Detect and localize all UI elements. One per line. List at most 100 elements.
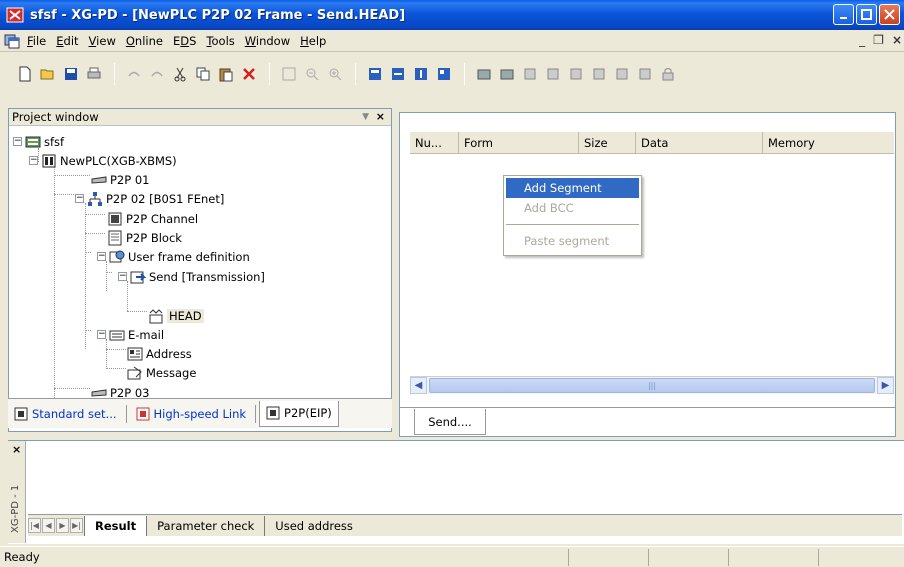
print-button[interactable]	[83, 63, 105, 85]
delete-icon	[243, 68, 255, 80]
pin-icon[interactable]: ▼	[362, 112, 369, 122]
document-window-icon[interactable]	[4, 33, 20, 49]
zoom-in-icon	[329, 68, 342, 81]
tree-node-address[interactable]: Address	[127, 344, 192, 363]
menu-edit[interactable]: Edit	[51, 34, 83, 48]
column-number[interactable]: Nu...	[410, 132, 459, 153]
save-button[interactable]	[60, 63, 82, 85]
network-icon	[88, 191, 102, 206]
restore-icon	[861, 9, 872, 20]
column-data[interactable]: Data	[636, 132, 763, 153]
output-close-button[interactable]: ×	[12, 443, 21, 456]
tree-node-user-frame[interactable]: − User frame definition	[97, 247, 250, 266]
menu-add-bcc[interactable]: Add BCC	[504, 198, 641, 218]
collapse-icon[interactable]: −	[13, 137, 22, 146]
zoom-fit-button[interactable]	[278, 63, 300, 85]
menu-paste-segment[interactable]: Paste segment	[504, 231, 641, 251]
diagnose-icon	[593, 68, 605, 80]
collapse-icon[interactable]: −	[118, 272, 127, 281]
redo-icon	[151, 71, 163, 77]
menu-view[interactable]: View	[84, 34, 121, 48]
mdi-minimize-button[interactable]: _	[859, 33, 865, 47]
redo-button[interactable]	[146, 63, 168, 85]
tab-send[interactable]: Send....	[414, 409, 486, 435]
menu-online[interactable]: Online	[121, 34, 168, 48]
diagnose-button[interactable]	[588, 63, 610, 85]
collapse-icon[interactable]: −	[97, 330, 106, 339]
info-button[interactable]	[634, 63, 656, 85]
collapse-icon[interactable]: −	[29, 156, 38, 165]
menu-file[interactable]: File	[22, 34, 51, 48]
monitor-button[interactable]	[565, 63, 587, 85]
zoom-out-button[interactable]	[301, 63, 323, 85]
title-bar: sfsf - XG-PD - [NewPLC P2P 02 Frame - Se…	[0, 0, 904, 30]
horizontal-scrollbar[interactable]: ◀ ||| ▶	[410, 376, 894, 394]
tab-p2p-eip[interactable]: P2P(EIP)	[259, 400, 339, 427]
restore-button[interactable]	[856, 4, 877, 25]
menu-add-segment[interactable]: Add Segment	[506, 178, 639, 198]
mdi-close-button[interactable]: ×	[892, 33, 902, 47]
open-button[interactable]	[37, 63, 59, 85]
disconnect-button[interactable]	[496, 63, 518, 85]
next-tab-icon[interactable]: ▶	[56, 518, 69, 533]
project-window-close-button[interactable]: ×	[376, 110, 385, 123]
layout-tile-icon	[438, 68, 450, 80]
settings-button[interactable]	[611, 63, 633, 85]
scroll-left-icon[interactable]: ◀	[410, 377, 427, 394]
tab-high-speed-link[interactable]: High-speed Link	[130, 401, 253, 427]
collapse-icon[interactable]: −	[75, 194, 84, 203]
new-button[interactable]	[14, 63, 36, 85]
tab-label: High-speed Link	[153, 406, 247, 421]
menu-window[interactable]: Window	[240, 34, 295, 48]
last-tab-icon[interactable]: ▶|	[70, 518, 83, 533]
delete-button[interactable]	[238, 63, 260, 85]
project-tree: − sfsf − NewPLC(XGB-XBMS) P2P 01 − P2P 0…	[9, 126, 391, 414]
copy-button[interactable]	[192, 63, 214, 85]
paste-button[interactable]	[215, 63, 237, 85]
menu-eds[interactable]: EDS	[168, 34, 201, 48]
menu-help[interactable]: Help	[295, 34, 331, 48]
tree-node-message[interactable]: Message	[127, 363, 196, 382]
layout-4-button[interactable]	[433, 63, 455, 85]
layout-3-button[interactable]	[410, 63, 432, 85]
project-icon	[25, 136, 41, 147]
tab-standard-settings[interactable]: Standard set...	[8, 401, 123, 427]
close-button[interactable]	[879, 4, 900, 25]
tab-used-address[interactable]: Used address	[264, 515, 363, 536]
tree-node-p2p-channel[interactable]: P2P Channel	[107, 209, 198, 228]
undo-button[interactable]	[123, 63, 145, 85]
tree-node-head[interactable]: HEAD	[148, 306, 204, 325]
tab-parameter-check[interactable]: Parameter check	[146, 515, 264, 536]
layout-2-button[interactable]	[387, 63, 409, 85]
tab-result[interactable]: Result	[84, 515, 147, 536]
prev-tab-icon[interactable]: ◀	[42, 518, 55, 533]
lock-button[interactable]	[657, 63, 679, 85]
tree-node-plc[interactable]: − NewPLC(XGB-XBMS)	[29, 151, 177, 170]
status-cell	[728, 548, 818, 566]
collapse-icon[interactable]: −	[97, 252, 106, 261]
column-size[interactable]: Size	[579, 132, 636, 153]
high-speed-link-icon	[136, 407, 150, 420]
status-cell	[818, 548, 898, 566]
zoom-in-button[interactable]	[324, 63, 346, 85]
write-button[interactable]	[542, 63, 564, 85]
cut-button[interactable]	[169, 63, 191, 85]
tree-node-p2p01[interactable]: P2P 01	[91, 170, 149, 189]
scroll-thumb[interactable]: |||	[429, 378, 875, 393]
first-tab-icon[interactable]: |◀	[28, 518, 41, 533]
tree-node-p2p-block[interactable]: P2P Block	[107, 228, 182, 247]
tree-node-send[interactable]: − Send [Transmission]	[118, 267, 265, 286]
tree-node-email[interactable]: − E-mail	[97, 325, 164, 344]
column-form[interactable]: Form	[459, 132, 579, 153]
tree-node-project[interactable]: − sfsf	[13, 132, 64, 151]
column-memory[interactable]: Memory	[763, 132, 894, 153]
menu-tools[interactable]: Tools	[201, 34, 239, 48]
scroll-right-icon[interactable]: ▶	[877, 377, 894, 394]
mdi-restore-button[interactable]: ❐	[873, 33, 884, 47]
read-button[interactable]	[519, 63, 541, 85]
connect-button[interactable]	[473, 63, 495, 85]
output-tabs: |◀ ◀ ▶ ▶| Result Parameter check Used ad…	[28, 514, 902, 536]
minimize-button[interactable]	[833, 4, 854, 25]
tree-node-p2p02[interactable]: − P2P 02 [B0S1 FEnet]	[75, 189, 224, 208]
layout-1-button[interactable]	[364, 63, 386, 85]
